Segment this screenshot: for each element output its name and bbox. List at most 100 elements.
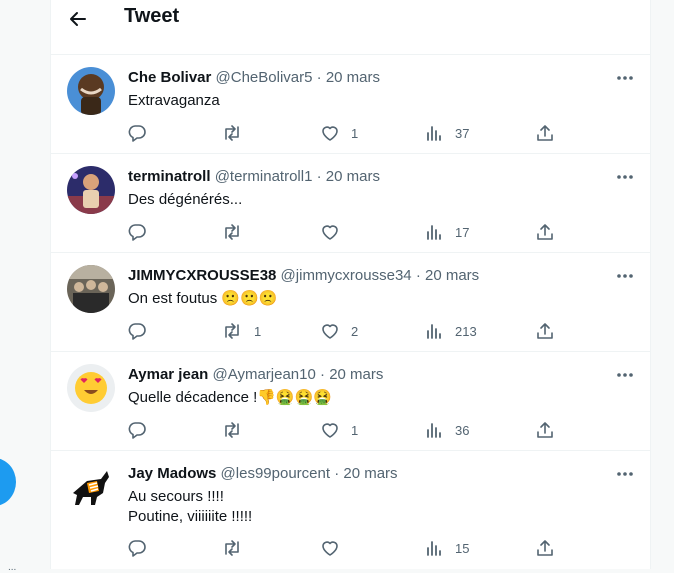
like-icon bbox=[322, 541, 338, 556]
tweet-line: Quelle décadence !👎🤮🤮🤮 bbox=[128, 389, 332, 406]
reply-icon bbox=[128, 422, 146, 439]
tweet-text: Au secours !!!! Poutine, viiiiiite !!!!! bbox=[128, 487, 252, 527]
like-icon bbox=[322, 324, 338, 339]
retweet-button[interactable] bbox=[222, 420, 254, 440]
reply-button[interactable] bbox=[128, 321, 158, 341]
view-count: 213 bbox=[455, 323, 477, 339]
arrow-left-icon[interactable] bbox=[65, 6, 91, 32]
tweet-line: Des dégénérés... bbox=[128, 191, 243, 208]
retweet-icon bbox=[225, 540, 239, 556]
tweet-line: On est foutus 🙁🙁🙁 bbox=[128, 290, 278, 307]
tweet-date[interactable]: 20 mars bbox=[326, 69, 380, 86]
tweet-item[interactable]: Jay Madows @les99pourcent · 20 mars Au s… bbox=[51, 451, 650, 569]
more-icon[interactable] bbox=[614, 265, 636, 287]
retweet-icon bbox=[225, 422, 239, 438]
like-button[interactable] bbox=[321, 538, 351, 558]
like-count: 2 bbox=[351, 323, 359, 339]
user-name[interactable]: Jay Madows bbox=[128, 465, 216, 482]
share-button[interactable] bbox=[536, 538, 554, 558]
share-icon bbox=[537, 422, 553, 438]
like-button[interactable]: 2 bbox=[321, 321, 358, 341]
tweet-line: Au secours !!!! bbox=[128, 488, 224, 505]
separator: · bbox=[320, 366, 326, 383]
retweet-button[interactable] bbox=[222, 538, 254, 558]
share-icon bbox=[537, 540, 553, 556]
user-name[interactable]: JIMMYCXROUSSE38 bbox=[128, 267, 276, 284]
retweet-button[interactable]: 1 bbox=[222, 321, 261, 341]
view-count: 15 bbox=[455, 540, 470, 556]
user-name[interactable]: Che Bolivar bbox=[128, 69, 211, 86]
tweet-item[interactable]: Che Bolivar @CheBolivar5 · 20 mars Extra… bbox=[51, 55, 650, 154]
tweet-line: Poutine, viiiiiite !!!!! bbox=[128, 508, 253, 525]
tweet-actions: 1 2 213 bbox=[128, 321, 558, 341]
like-count: 1 bbox=[351, 422, 359, 438]
tweet-date[interactable]: 20 mars bbox=[326, 168, 380, 185]
retweet-icon bbox=[225, 224, 239, 240]
reply-button[interactable] bbox=[128, 222, 158, 242]
like-count: 1 bbox=[351, 125, 359, 141]
view-count: 36 bbox=[455, 422, 470, 438]
reply-icon bbox=[128, 224, 146, 241]
share-button[interactable] bbox=[536, 222, 554, 242]
views-icon bbox=[427, 423, 441, 438]
page-title: Tweet bbox=[124, 5, 180, 27]
reply-button[interactable] bbox=[128, 123, 158, 143]
user-name[interactable]: terminatroll bbox=[128, 168, 211, 185]
reply-button[interactable] bbox=[128, 538, 158, 558]
like-button[interactable] bbox=[321, 222, 351, 242]
reply-button[interactable] bbox=[128, 420, 158, 440]
tweet-actions: 15 bbox=[128, 538, 558, 558]
avatar[interactable] bbox=[67, 67, 115, 115]
views-button[interactable]: 36 bbox=[425, 420, 469, 440]
views-button[interactable]: 15 bbox=[425, 538, 469, 558]
views-icon bbox=[427, 225, 441, 240]
tweet-header: terminatroll @terminatroll1 · 20 mars bbox=[128, 168, 380, 185]
user-handle[interactable]: @les99pourcent bbox=[221, 465, 330, 482]
separator: · bbox=[415, 267, 421, 284]
retweet-button[interactable] bbox=[222, 222, 254, 242]
more-icon[interactable] bbox=[614, 463, 636, 485]
retweet-count: 1 bbox=[254, 323, 262, 339]
tweet-item[interactable]: Aymar jean @Aymarjean10 · 20 mars Quelle… bbox=[51, 352, 650, 451]
main-column: Tweet Che Bolivar @CheBolivar5 · 20 mars… bbox=[50, 0, 651, 569]
like-button[interactable]: 1 bbox=[321, 123, 358, 143]
reply-icon bbox=[128, 125, 146, 142]
reply-icon bbox=[128, 540, 146, 557]
user-handle[interactable]: @jimmycxrousse34 bbox=[281, 267, 412, 284]
views-button[interactable]: 213 bbox=[425, 321, 477, 341]
views-icon bbox=[427, 324, 441, 339]
tweet-date[interactable]: 20 mars bbox=[343, 465, 397, 482]
user-handle[interactable]: @Aymarjean10 bbox=[213, 366, 316, 383]
tweet-item[interactable]: JIMMYCXROUSSE38 @jimmycxrousse34 · 20 ma… bbox=[51, 253, 650, 352]
avatar[interactable] bbox=[67, 166, 115, 214]
retweet-icon bbox=[225, 323, 239, 339]
tweet-date[interactable]: 20 mars bbox=[329, 366, 383, 383]
tweet-header: JIMMYCXROUSSE38 @jimmycxrousse34 · 20 ma… bbox=[128, 267, 479, 284]
reply-icon bbox=[128, 323, 146, 340]
share-button[interactable] bbox=[536, 321, 554, 341]
user-handle[interactable]: @terminatroll1 bbox=[215, 168, 313, 185]
views-icon bbox=[427, 126, 441, 141]
user-handle[interactable]: @CheBolivar5 bbox=[216, 69, 313, 86]
user-name[interactable]: Aymar jean bbox=[128, 366, 208, 383]
avatar[interactable] bbox=[67, 463, 115, 511]
tweet-actions: 1 37 bbox=[128, 123, 558, 143]
separator: · bbox=[316, 168, 322, 185]
avatar[interactable] bbox=[67, 364, 115, 412]
compose-button[interactable] bbox=[0, 458, 16, 506]
views-button[interactable]: 17 bbox=[425, 222, 469, 242]
retweet-button[interactable] bbox=[222, 123, 254, 143]
tweet-date[interactable]: 20 mars bbox=[425, 267, 479, 284]
more-icon[interactable] bbox=[614, 166, 636, 188]
more-icon[interactable] bbox=[614, 364, 636, 386]
share-button[interactable] bbox=[536, 420, 554, 440]
tweet-item[interactable]: terminatroll @terminatroll1 · 20 mars De… bbox=[51, 154, 650, 253]
share-button[interactable] bbox=[536, 123, 554, 143]
views-icon bbox=[427, 541, 441, 556]
view-count: 17 bbox=[455, 224, 470, 240]
more-icon[interactable] bbox=[614, 67, 636, 89]
avatar[interactable] bbox=[67, 265, 115, 313]
tweet-text: Des dégénérés... bbox=[128, 190, 242, 210]
views-button[interactable]: 37 bbox=[425, 123, 469, 143]
like-button[interactable]: 1 bbox=[321, 420, 358, 440]
